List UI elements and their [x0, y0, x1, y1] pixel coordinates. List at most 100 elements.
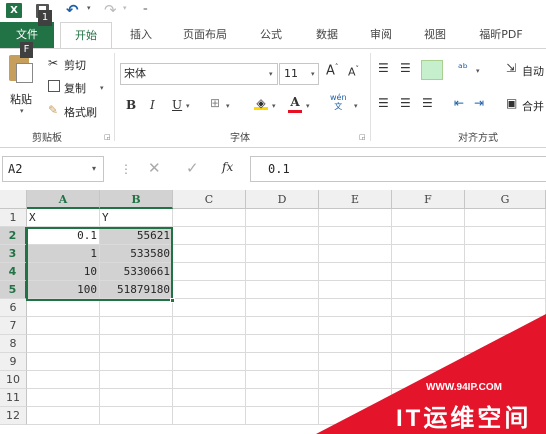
cell-a6[interactable] — [27, 299, 100, 317]
cell-a8[interactable] — [27, 335, 100, 353]
paste-button[interactable]: 粘贴 — [10, 91, 32, 107]
merge-center-icon[interactable]: ▣ — [506, 96, 517, 110]
fill-color-icon[interactable]: ◈ — [254, 96, 268, 110]
cancel-icon[interactable]: ✕ — [148, 159, 161, 177]
column-header-e[interactable]: E — [319, 190, 392, 209]
cell-b8[interactable] — [100, 335, 173, 353]
cell-d4[interactable] — [246, 263, 319, 281]
copy-button[interactable]: 复制 — [64, 80, 86, 96]
cell-e3[interactable] — [319, 245, 392, 263]
font-size-dropdown-icon[interactable]: ▾ — [311, 70, 315, 78]
column-header-b[interactable]: B — [100, 190, 173, 209]
cell-e4[interactable] — [319, 263, 392, 281]
bold-button[interactable]: B — [126, 98, 136, 112]
align-center-icon[interactable]: ☰ — [400, 96, 411, 110]
cell-c8[interactable] — [173, 335, 246, 353]
column-header-c[interactable]: C — [173, 190, 246, 209]
paste-icon[interactable] — [9, 55, 33, 83]
column-header-g[interactable]: G — [465, 190, 546, 209]
cell-a12[interactable] — [27, 407, 100, 425]
align-bottom-icon[interactable] — [421, 60, 443, 80]
tab-page-layout[interactable]: 页面布局 — [172, 22, 238, 48]
name-box[interactable]: A2 — [2, 156, 104, 182]
underline-button[interactable]: U — [172, 98, 182, 112]
row-header-8[interactable]: 8 — [0, 335, 27, 353]
tab-insert[interactable]: 插入 — [118, 22, 164, 48]
cell-b5[interactable]: 51879180 — [100, 281, 173, 299]
fill-color-dropdown-icon[interactable]: ▾ — [272, 102, 276, 110]
cell-d6[interactable] — [246, 299, 319, 317]
cell-g5[interactable] — [465, 281, 546, 299]
cell-d7[interactable] — [246, 317, 319, 335]
phonetic-dropdown-icon[interactable]: ▾ — [354, 102, 358, 110]
cell-g1[interactable] — [465, 209, 546, 227]
font-color-dropdown-icon[interactable]: ▾ — [306, 102, 310, 110]
borders-dropdown-icon[interactable]: ▾ — [226, 102, 230, 110]
fill-handle[interactable] — [170, 298, 175, 303]
cell-b1[interactable]: Y — [100, 209, 173, 227]
cell-c2[interactable] — [173, 227, 246, 245]
cell-d12[interactable] — [246, 407, 319, 425]
align-left-icon[interactable]: ☰ — [378, 96, 389, 110]
clipboard-launcher-icon[interactable]: ◲ — [104, 133, 111, 141]
cell-g4[interactable] — [465, 263, 546, 281]
cell-c10[interactable] — [173, 371, 246, 389]
cell-b4[interactable]: 5330661 — [100, 263, 173, 281]
select-all-corner[interactable] — [0, 190, 27, 209]
undo-icon[interactable]: ↶ — [66, 1, 86, 19]
row-header-12[interactable]: 12 — [0, 407, 27, 425]
enter-icon[interactable]: ✓ — [186, 159, 199, 177]
cell-a7[interactable] — [27, 317, 100, 335]
cell-a5[interactable]: 100 — [27, 281, 100, 299]
cell-b3[interactable]: 533580 — [100, 245, 173, 263]
cell-d10[interactable] — [246, 371, 319, 389]
cell-c12[interactable] — [173, 407, 246, 425]
cell-a11[interactable] — [27, 389, 100, 407]
cell-c7[interactable] — [173, 317, 246, 335]
customize-qat-icon[interactable]: ₌ — [143, 4, 148, 14]
formula-input[interactable]: 0.1 — [250, 156, 546, 182]
column-header-f[interactable]: F — [392, 190, 465, 209]
increase-indent-icon[interactable]: ⇥ — [474, 96, 484, 110]
cell-f3[interactable] — [392, 245, 465, 263]
undo-dropdown-icon[interactable]: ▾ — [87, 4, 91, 12]
italic-button[interactable]: I — [150, 98, 155, 112]
cut-button[interactable]: 剪切 — [64, 57, 86, 73]
tab-view[interactable]: 视图 — [412, 22, 458, 48]
merge-center-button[interactable]: 合并 — [522, 98, 544, 114]
font-launcher-icon[interactable]: ◲ — [359, 133, 366, 141]
align-right-icon[interactable]: ☰ — [422, 96, 433, 110]
align-middle-icon[interactable]: ☰ — [400, 61, 411, 75]
cell-a4[interactable]: 10 — [27, 263, 100, 281]
phonetic-guide-icon[interactable]: wén 文 — [330, 93, 347, 111]
insert-function-icon[interactable]: fx — [222, 160, 233, 174]
tab-data[interactable]: 数据 — [304, 22, 350, 48]
cell-c9[interactable] — [173, 353, 246, 371]
paste-dropdown-icon[interactable]: ▾ — [20, 107, 24, 115]
shrink-font-button[interactable]: A˅ — [348, 65, 359, 79]
cell-a9[interactable] — [27, 353, 100, 371]
align-top-icon[interactable]: ☰ — [378, 61, 389, 75]
cell-b7[interactable] — [100, 317, 173, 335]
tab-formulas[interactable]: 公式 — [248, 22, 294, 48]
cell-c3[interactable] — [173, 245, 246, 263]
underline-dropdown-icon[interactable]: ▾ — [186, 102, 190, 110]
row-header-6[interactable]: 6 — [0, 299, 27, 317]
cell-g2[interactable] — [465, 227, 546, 245]
row-header-10[interactable]: 10 — [0, 371, 27, 389]
redo-dropdown-icon[interactable]: ▾ — [123, 4, 127, 12]
cell-b12[interactable] — [100, 407, 173, 425]
cell-a10[interactable] — [27, 371, 100, 389]
cell-c6[interactable] — [173, 299, 246, 317]
cell-b2[interactable]: 55621 — [100, 227, 173, 245]
row-header-9[interactable]: 9 — [0, 353, 27, 371]
cell-d11[interactable] — [246, 389, 319, 407]
cell-a2[interactable]: 0.1 — [27, 227, 100, 245]
format-painter-button[interactable]: 格式刷 — [64, 104, 97, 120]
copy-dropdown-icon[interactable]: ▾ — [100, 84, 104, 92]
cell-d5[interactable] — [246, 281, 319, 299]
font-name-dropdown-icon[interactable]: ▾ — [269, 70, 273, 78]
row-header-3[interactable]: 3 — [0, 245, 27, 263]
borders-icon[interactable]: ⊞ — [210, 96, 220, 110]
font-name-select[interactable]: 宋体 — [120, 63, 278, 85]
